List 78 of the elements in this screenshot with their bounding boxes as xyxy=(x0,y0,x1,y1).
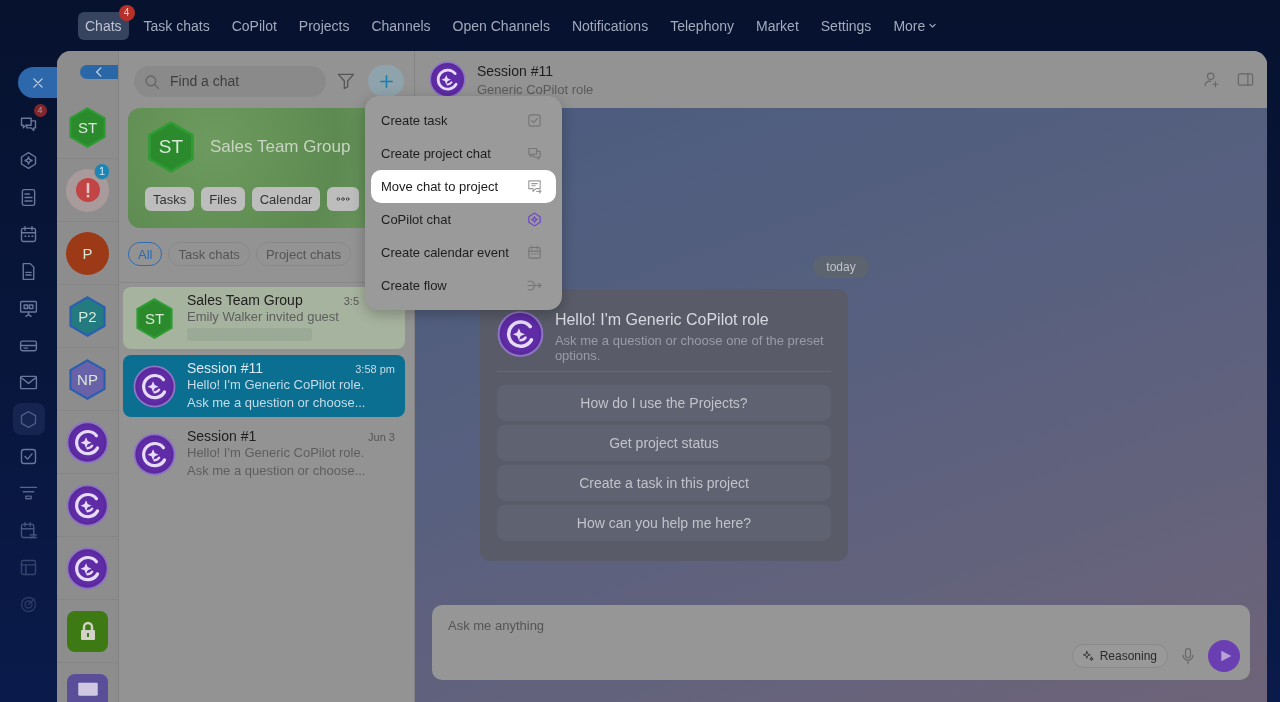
chat-item[interactable]: Session #11 3:58 pm Hello! I'm Generic CoPilot role. Ask me a question or choose... xyxy=(123,355,405,417)
sidebar-item[interactable] xyxy=(12,403,45,435)
send-button[interactable] xyxy=(1208,640,1240,672)
nav-tab[interactable]: Market xyxy=(749,11,806,40)
nav-tab[interactable]: Notifications xyxy=(564,11,656,40)
count-badge: 4 xyxy=(33,104,47,117)
sparkle-icon xyxy=(1080,649,1095,663)
copilot-avatar xyxy=(66,420,109,464)
avatar: P2 xyxy=(66,294,109,338)
chat-time: Jun 3 xyxy=(368,431,395,443)
chip-button[interactable]: Calendar xyxy=(251,187,321,211)
nav-tab[interactable]: CoPilot xyxy=(224,11,284,40)
reasoning-button[interactable]: Reasoning xyxy=(1071,644,1168,668)
sparkle-icon xyxy=(526,211,543,228)
chat-preview: Emily Walker invited guest xyxy=(187,308,340,326)
avatar: NP xyxy=(66,357,109,401)
chip-button[interactable]: Tasks xyxy=(145,187,195,211)
calendar-icon xyxy=(18,223,39,245)
chat-time: 3:5 xyxy=(343,295,359,307)
calendar-icon xyxy=(526,244,543,261)
hexagon-icon xyxy=(18,408,39,430)
preset-option[interactable]: How do I use the Projects? xyxy=(497,385,831,421)
chat-arrow-icon xyxy=(526,178,543,195)
avatar: ST xyxy=(66,105,109,149)
caret-icon xyxy=(928,21,938,30)
count-badge: 1 xyxy=(94,163,110,180)
more-button[interactable] xyxy=(327,187,360,211)
chip-button[interactable]: Files xyxy=(201,187,245,211)
chat-avatar: ST xyxy=(133,296,176,340)
menu-item[interactable]: Create project chat xyxy=(371,137,556,170)
calendar-list-icon xyxy=(18,519,39,541)
add-user-icon[interactable] xyxy=(1202,70,1221,89)
nav-tab[interactable]: Settings xyxy=(813,11,879,40)
chat-title: Session #11 xyxy=(187,360,263,376)
preset-option[interactable]: Create a task in this project xyxy=(497,465,831,501)
date-label: today xyxy=(813,256,869,278)
menu-item[interactable]: Create calendar event xyxy=(371,236,556,269)
search-icon xyxy=(143,72,161,91)
checkbox-icon xyxy=(526,112,543,129)
menu-item[interactable]: Create task xyxy=(371,104,556,137)
close-icon xyxy=(30,75,45,90)
welcome-text: Ask me a question or choose one of the preset options. xyxy=(554,333,825,363)
chat-icon xyxy=(526,145,543,162)
avatar: P xyxy=(66,231,109,275)
preset-option[interactable]: How can you help me here? xyxy=(497,505,831,541)
chat-time: 3:58 pm xyxy=(355,363,395,375)
add-button[interactable] xyxy=(368,65,404,97)
panel-icon[interactable] xyxy=(1236,70,1255,89)
nav-tab[interactable]: Telephony xyxy=(663,11,741,40)
back-button[interactable] xyxy=(80,65,118,79)
search-field[interactable]: Find a chat xyxy=(134,65,326,97)
nav-tab[interactable]: Open Channels xyxy=(445,11,557,40)
menu-item[interactable]: CoPilot chat xyxy=(371,203,556,236)
nav-tab[interactable]: Channels xyxy=(364,11,438,40)
copilot-avatar xyxy=(66,546,109,590)
copilot-avatar xyxy=(429,61,466,98)
chat-preview: Hello! I'm Generic CoPilot role. Ask me a question or choose... xyxy=(187,376,367,412)
sparkle-icon xyxy=(18,149,39,171)
copilot-avatar xyxy=(66,483,109,527)
count-badge: 4 xyxy=(118,4,135,21)
nav-tab[interactable]: Projects xyxy=(291,11,357,40)
menu-item[interactable]: Move chat to project xyxy=(371,170,556,203)
message-field[interactable]: Ask me anything xyxy=(448,618,748,633)
nav-tab[interactable]: Task chats xyxy=(136,11,217,40)
chat-title: Sales Team Group xyxy=(187,292,303,308)
group-title: Sales Team Group xyxy=(210,137,351,157)
sidebar-item[interactable]: 4 xyxy=(12,107,45,139)
chat-title: Session #1 xyxy=(187,428,257,444)
plus-icon xyxy=(378,73,394,89)
welcome-title: Hello! I'm Generic CoPilot role xyxy=(554,311,770,329)
chat-avatar xyxy=(133,432,176,476)
preset-option[interactable]: Get project status xyxy=(497,425,831,461)
chat-avatar xyxy=(133,364,176,408)
chat-subtitle: Generic CoPilot role xyxy=(477,81,594,97)
close-button[interactable] xyxy=(18,67,57,98)
more-menu[interactable]: More xyxy=(886,11,945,40)
filter-icon[interactable] xyxy=(336,71,356,91)
chat-title: Session #11 xyxy=(477,62,554,79)
